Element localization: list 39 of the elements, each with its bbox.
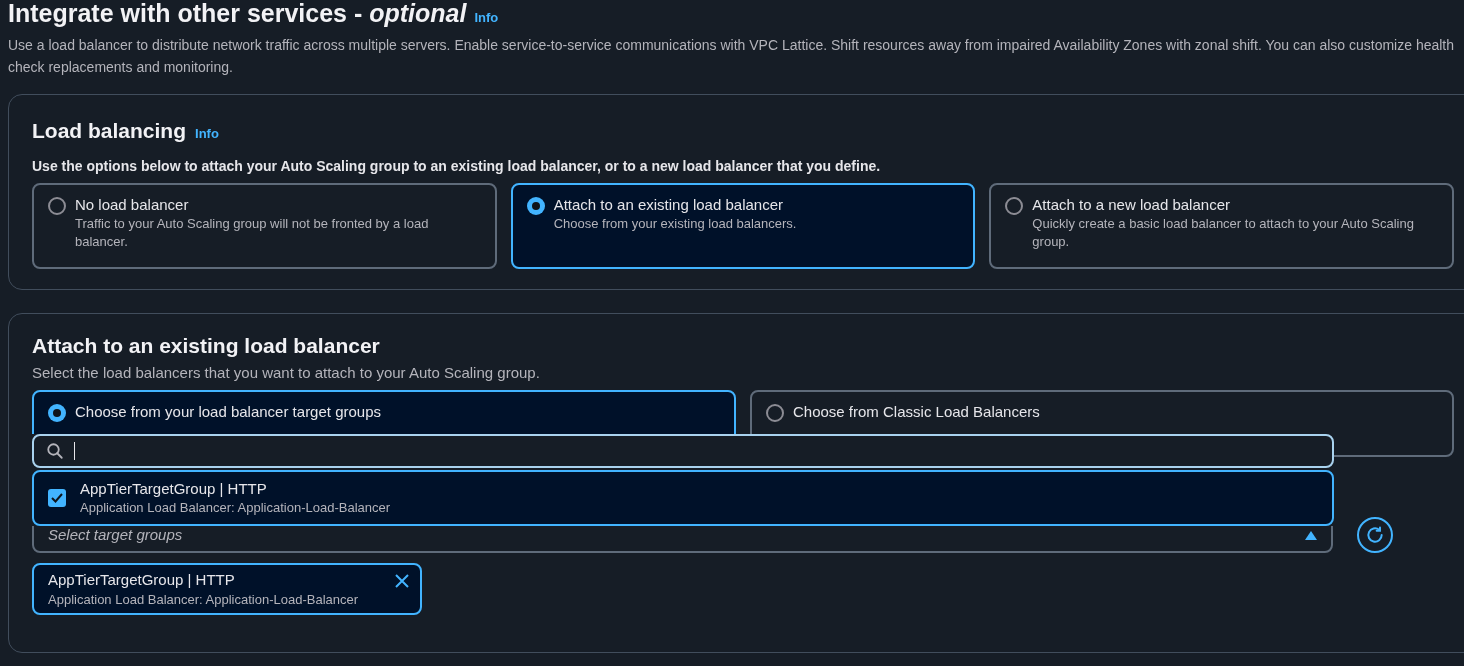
caret-up-icon [1305,530,1317,540]
option-label: Choose from your load balancer target groups [75,402,381,422]
search-field[interactable] [32,433,1334,468]
close-button[interactable] [394,573,410,589]
dropdown-option[interactable]: AppTierTargetGroup | HTTP Application Load Balancer: Application-Load-Balancer [32,469,1334,526]
option-description: Quickly create a basic load balancer to attach to your Auto Scaling group. [1032,215,1415,251]
option-detail: Application Load Balancer: Application-Load-Balancer [80,498,391,517]
radio-button[interactable] [48,404,66,422]
option-label: No load balancer [75,195,190,215]
check-icon [51,492,63,503]
info-link[interactable]: Info [195,123,219,143]
radio-button[interactable] [526,197,545,215]
option-tile[interactable]: Attach to a new load balancer Quickly create a basic load balancer to attach to your Auto Scaling group. [989,183,1454,269]
search-icon [46,441,64,460]
refresh-button[interactable] [1357,517,1393,553]
option-description: Choose from your existing load balancers. [553,215,797,233]
checkbox[interactable] [48,488,66,507]
radio-button[interactable] [766,404,784,422]
section-description: Use a load balancer to distribute network traffic across multiple servers. Enable service-to-service communications with VPC Lattice. Shift resources away from impaired Availability Zones with zonal shift. You can also customize health check replacements and monitoring. [8,35,1456,77]
card-title: Attach to an existing load balancer [32,332,381,359]
option-name: AppTierTargetGroup | HTTP [80,478,268,499]
option-tile[interactable]: No load balancer Traffic to your Auto Scaling group will not be fronted by a load balancer. [32,183,497,269]
card-title: Load balancing [32,117,186,144]
token-name: AppTierTargetGroup | HTTP [48,570,236,590]
option-label: Attach to a new load balancer [1032,195,1231,215]
option-tile[interactable]: Attach to an existing load balancer Choose from your existing load balancers. [510,183,976,269]
radio-button[interactable] [48,197,66,215]
refresh-icon [1365,525,1385,545]
radio-button[interactable] [1005,197,1024,215]
info-link[interactable]: Info [474,8,499,28]
section-title: Integrate with other services - optional [8,0,467,26]
select-placeholder: Select target groups [48,524,183,545]
card-description: Select the load balancers that you want to attach to your Auto Scaling group. [32,362,541,383]
option-description: Traffic to your Auto Scaling group will not be fronted by a load balancer. [75,215,430,251]
token-detail: Application Load Balancer: Application-Load-Balancer [48,591,359,609]
instruction-text: Use the options below to attach your Auto Scaling group to an existing load balancer, or to a new load balancer that you define. [32,157,882,176]
option-label: Choose from Classic Load Balancers [793,402,1040,422]
close-icon [394,573,410,589]
option-label: Attach to an existing load balancer [553,195,784,215]
